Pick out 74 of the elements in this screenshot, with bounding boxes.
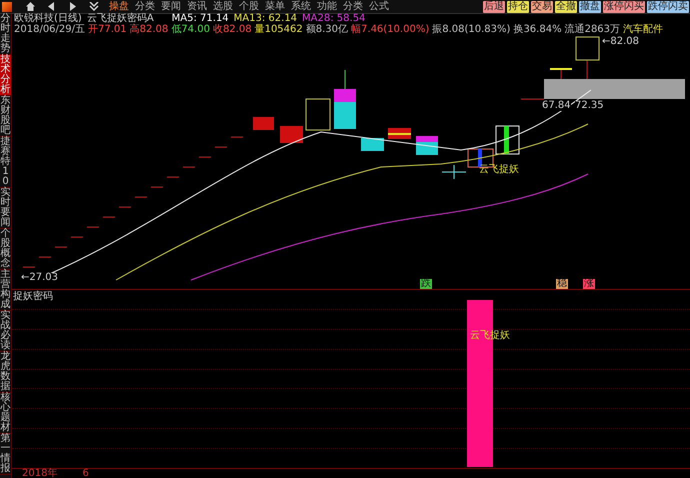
action-button[interactable]: 涨停闪买 [603, 0, 645, 12]
sidebar-tab[interactable]: 捷赛特10 [0, 137, 11, 188]
quote-value: 幅7.46(10.00%) [351, 25, 430, 35]
sidebar-tab[interactable]: 分时走势 [0, 14, 11, 55]
time-axis-label: 6 [82, 468, 89, 478]
stock-name: 欧锐科技(日线) [14, 14, 82, 24]
price-label: 72.35 [575, 101, 604, 111]
quote-value: 换36.84% [513, 25, 562, 35]
signal-marker: 稳 [556, 279, 568, 289]
quote-value: 2018/06/29/五 [14, 25, 86, 35]
sidebar-tab[interactable]: 核心题材 [0, 393, 11, 434]
menu-item[interactable]: 分类 [135, 0, 155, 13]
price-label: 67.84 [542, 101, 571, 111]
sidebar-tab[interactable]: 实时要闻 [0, 188, 11, 229]
price-label: ←82.08 [602, 37, 640, 47]
menu-item[interactable]: 选股 [213, 0, 233, 13]
candlestick [306, 98, 330, 130]
sidebar-tab[interactable]: 东财股吧 [0, 96, 11, 137]
quote-value: 量105462 [254, 25, 303, 35]
menu-item[interactable]: 操盘 [109, 0, 129, 13]
quote-value: 振8.08(10.83%) [432, 25, 510, 35]
menu-item[interactable]: 功能 [317, 0, 337, 13]
crosshair-icon [442, 164, 466, 180]
sidebar-tab[interactable]: 主营构成 [0, 270, 11, 311]
home-icon[interactable] [26, 2, 35, 11]
left-arrow-icon[interactable] [47, 2, 56, 11]
candlestick [361, 138, 384, 151]
quote-value: 开77.01 [88, 25, 127, 35]
moving-average-value: MA5: 71.14 [172, 14, 229, 24]
candlestick [416, 136, 438, 155]
sidebar-tab[interactable]: 实战必读 [0, 311, 11, 352]
action-button[interactable]: 全撤 [555, 0, 577, 12]
menu-item[interactable]: 菜单 [265, 0, 285, 13]
candlestick [334, 70, 356, 129]
menu-item[interactable]: 资讯 [187, 0, 207, 13]
sidebar-tab[interactable]: 个股概念 [0, 229, 11, 270]
quote-value: 收82.08 [212, 25, 252, 35]
quote-value: 低74.00 [171, 25, 210, 35]
quote-value: 高82.08 [130, 25, 168, 35]
menu-item[interactable]: 系统 [291, 0, 311, 13]
quote-value: 额8.30亿 [306, 25, 348, 35]
menu-item[interactable]: 分类 [343, 0, 363, 13]
menu-item[interactable]: 要闻 [161, 0, 181, 13]
moving-average-value: MA28: 58.54 [302, 14, 366, 24]
candlestick [550, 68, 572, 80]
signal-label: 云飞捉妖 [479, 165, 519, 175]
price-label: ←27.03 [21, 273, 58, 283]
time-axis-label: 2018年 [22, 468, 58, 478]
candlestick [388, 128, 411, 139]
action-button[interactable]: 跌停闪卖 [647, 0, 689, 12]
panel-title: 捉妖密码 [13, 292, 53, 302]
action-button[interactable]: 持仓 [507, 0, 529, 12]
signal-marker: 跌 [420, 279, 432, 289]
sidebar-tab[interactable]: 技术分析 [0, 55, 11, 96]
app-logo-icon [2, 2, 12, 12]
candlestick [253, 117, 274, 130]
indicator-name: 云飞捉妖密码A [86, 14, 154, 24]
candlestick [496, 126, 520, 154]
candlestick [576, 36, 600, 80]
sidebar-tab[interactable]: 第一情报 [0, 434, 11, 475]
action-button[interactable]: 交易 [531, 0, 553, 12]
right-arrow-icon[interactable] [68, 2, 77, 11]
quote-value: 流通2863万 [564, 25, 620, 35]
price-level-line [520, 98, 544, 100]
moving-average-value: MA13: 62.14 [234, 14, 298, 24]
sidebar-tab[interactable]: 龙虎数据 [0, 352, 11, 393]
signal-marker: 涨 [583, 279, 595, 289]
action-button[interactable]: 后退 [483, 0, 505, 12]
action-button[interactable]: 撤盘 [579, 0, 601, 12]
quote-value: 汽车配件 [623, 25, 664, 35]
candlestick [280, 126, 303, 143]
menu-item[interactable]: 个股 [239, 0, 259, 13]
menu-item[interactable]: 公式 [369, 0, 389, 13]
double-chevron-down-icon[interactable] [89, 2, 99, 11]
